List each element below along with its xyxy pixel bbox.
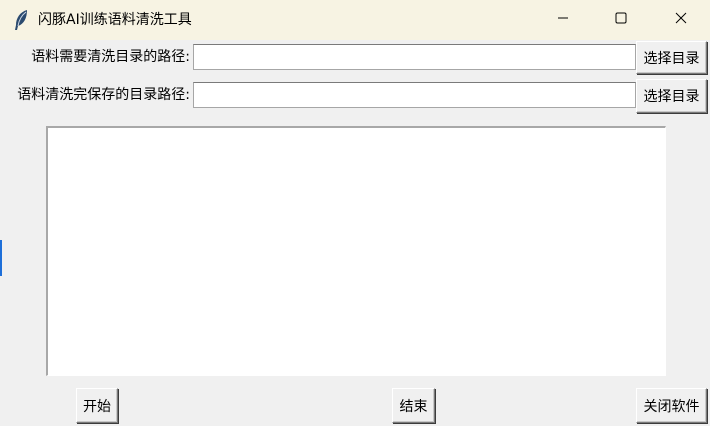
source-dir-input[interactable] [193,44,636,70]
log-textarea[interactable] [46,126,666,376]
start-button[interactable]: 开始 [76,388,118,423]
select-source-dir-button[interactable]: 选择目录 [636,41,707,74]
close-app-button[interactable]: 关闭软件 [636,388,707,423]
close-icon [675,12,687,28]
window-title: 闪豚AI训练语料清洗工具 [38,12,192,28]
source-dir-label: 语料需要清洗目录的路径: [31,49,190,65]
select-output-dir-button[interactable]: 选择目录 [636,79,707,113]
minimize-button[interactable] [534,0,592,40]
minimize-icon [557,12,569,28]
maximize-icon [615,12,627,28]
desktop-edge-highlight [0,240,2,276]
maximize-button[interactable] [592,0,650,40]
app-window: 闪豚AI训练语料清洗工具 语料需要清洗目录的路径: 选择目录 语料清洗完保存的目… [0,0,710,426]
feather-icon [12,9,32,31]
close-window-button[interactable] [652,0,710,40]
output-dir-input[interactable] [193,82,636,108]
title-bar[interactable]: 闪豚AI训练语料清洗工具 [0,0,710,40]
output-dir-label: 语料清洗完保存的目录路径: [17,87,190,103]
stop-button[interactable]: 结束 [392,388,435,423]
